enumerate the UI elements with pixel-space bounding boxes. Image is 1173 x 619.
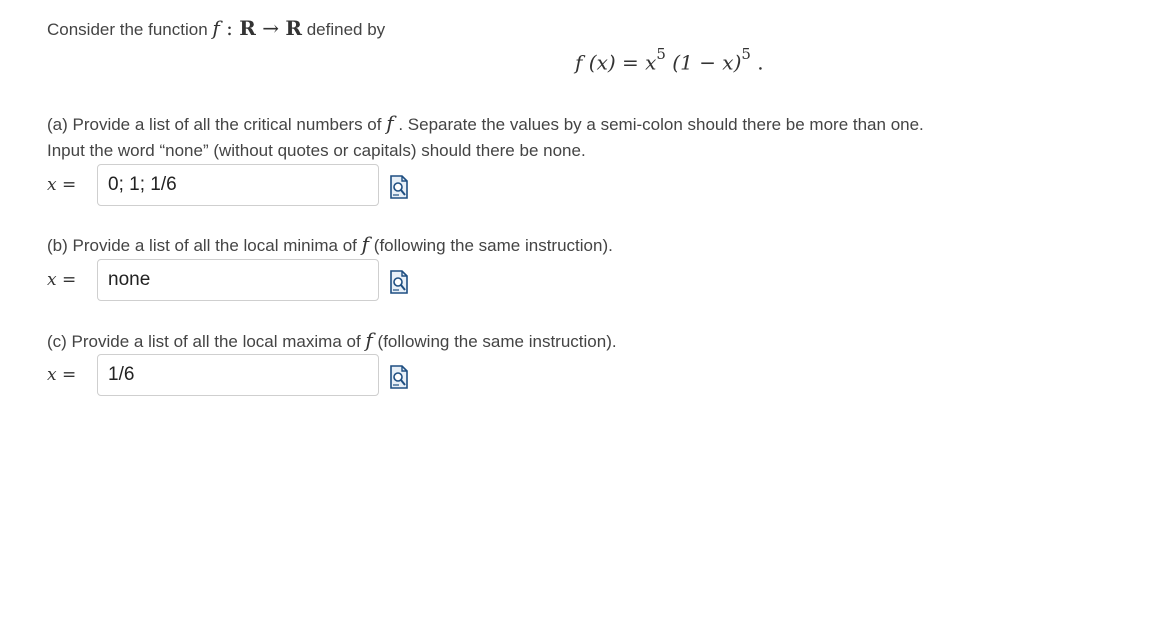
answer-equals: = (56, 175, 77, 195)
maps-arrow: → (255, 16, 286, 40)
function-symbol: f (365, 328, 373, 352)
part-c-question: (c) Provide a list of all the local maxi… (47, 327, 617, 355)
function-definition: f (x) = x5 (1 − x)5 . (575, 45, 764, 76)
problem-intro: Consider the function f : R → R defined … (47, 16, 385, 40)
function-symbol: f (212, 16, 220, 40)
answer-label: x = (47, 175, 76, 195)
answer-label: x = (47, 365, 76, 385)
equation-factor: (1 − x) (665, 50, 742, 75)
answer-equals: = (56, 270, 77, 290)
domain-set: R (239, 16, 256, 40)
part-a-answer-input[interactable]: 0; 1; 1/6 (97, 164, 379, 206)
part-b-instruction: (following the same instruction). (373, 236, 613, 255)
codomain-set: R (285, 16, 302, 40)
answer-equals: = (56, 365, 77, 385)
equation-lhs: f (x) = x (575, 50, 657, 75)
exponent-1: 5 (656, 45, 666, 63)
intro-prefix: Consider the function (47, 20, 208, 39)
part-b-question: (b) Provide a list of all the local mini… (47, 231, 613, 259)
answer-var: x (47, 365, 57, 385)
exponent-2: 5 (741, 45, 751, 63)
colon: : (219, 16, 240, 40)
part-a-question: (a) Provide a list of all the critical n… (47, 110, 924, 164)
part-b-answer-input[interactable]: none (97, 259, 379, 301)
answer-var: x (47, 175, 57, 195)
answer-var: x (47, 270, 57, 290)
part-c-text: (c) Provide a list of all the local maxi… (47, 332, 361, 351)
part-a-text: (a) Provide a list of all the critical n… (47, 115, 382, 134)
part-c-answer-input[interactable]: 1/6 (97, 354, 379, 396)
part-b-text: (b) Provide a list of all the local mini… (47, 236, 357, 255)
answer-label: x = (47, 270, 76, 290)
intro-suffix: defined by (306, 20, 386, 39)
preview-magnifier-icon[interactable] (389, 174, 409, 200)
part-a-instruction: . Separate the values by a semi-colon sh… (398, 115, 924, 134)
function-symbol: f (386, 111, 394, 135)
preview-magnifier-icon[interactable] (389, 269, 409, 295)
function-symbol: f (361, 232, 370, 256)
equation-period: . (750, 50, 764, 75)
part-a-none-instruction: Input the word “none” (without quotes or… (47, 141, 586, 160)
part-c-instruction: (following the same instruction). (377, 332, 617, 351)
preview-magnifier-icon[interactable] (389, 364, 409, 390)
